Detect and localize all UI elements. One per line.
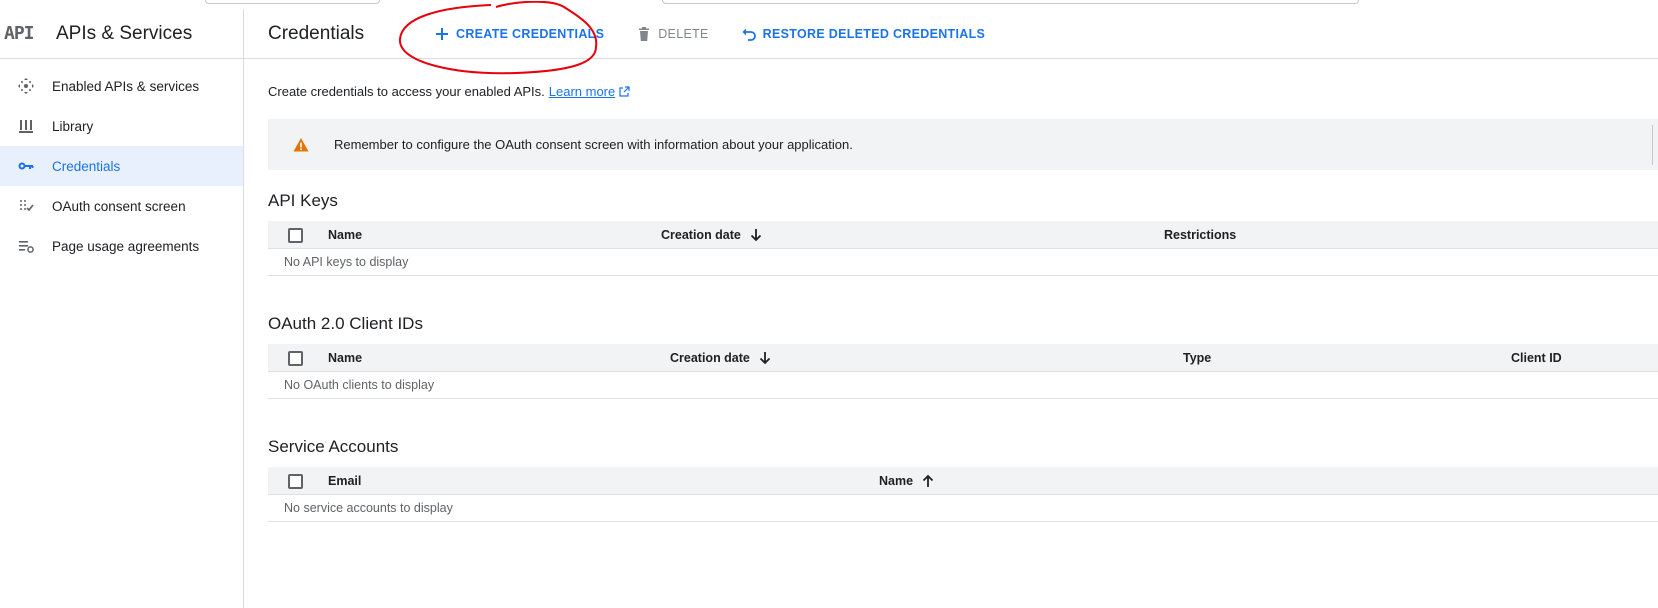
sort-up-icon [922, 474, 934, 487]
restore-label: RESTORE DELETED CREDENTIALS [762, 26, 986, 41]
api-keys-empty: No API keys to display [268, 249, 1658, 276]
oauth-section: OAuth 2.0 Client IDs Name Creation date … [268, 314, 1658, 399]
column-creation-date[interactable]: Creation date [670, 351, 772, 365]
banner-edge [1652, 125, 1658, 165]
column-name[interactable]: Name [328, 351, 362, 365]
api-keys-table-header: Name Creation date Restrictions [268, 221, 1658, 249]
column-name[interactable]: Name [879, 474, 935, 488]
sidebar-nav: Enabled APIs & services Library Credenti… [0, 59, 243, 266]
page-usage-icon [0, 237, 52, 255]
column-name[interactable]: Name [328, 228, 362, 242]
oauth-title: OAuth 2.0 Client IDs [268, 314, 423, 333]
column-creation-date[interactable]: Creation date [661, 228, 763, 242]
sidebar-item-label: Page usage agreements [52, 238, 200, 254]
column-label: Name [879, 474, 914, 488]
enabled-apis-icon [0, 77, 52, 95]
delete-button[interactable]: DELETE [636, 26, 708, 42]
sidebar: API APIs & Services Enabled APIs & servi… [0, 9, 244, 608]
column-restrictions[interactable]: Restrictions [1164, 228, 1236, 242]
oauth-consent-icon [0, 197, 52, 215]
select-all-checkbox[interactable] [288, 351, 303, 366]
column-type[interactable]: Type [1183, 351, 1211, 365]
delete-label: DELETE [658, 26, 709, 41]
warning-icon [268, 137, 334, 153]
api-keys-title: API Keys [268, 191, 338, 210]
sidebar-item-enabled-apis[interactable]: Enabled APIs & services [0, 66, 243, 106]
sidebar-item-label: Credentials [52, 158, 121, 174]
service-accounts-section: Service Accounts Email Name No service a… [268, 437, 1658, 522]
library-icon [0, 117, 52, 135]
sidebar-item-oauth-consent[interactable]: OAuth consent screen [0, 186, 243, 226]
service-accounts-table-header: Email Name [268, 467, 1658, 495]
open-in-new-icon [619, 85, 630, 97]
sidebar-item-label: Library [52, 118, 94, 134]
sidebar-item-page-usage[interactable]: Page usage agreements [0, 226, 243, 266]
sort-down-icon [759, 352, 771, 365]
select-all-checkbox[interactable] [288, 474, 303, 489]
sidebar-item-label: Enabled APIs & services [52, 78, 200, 94]
service-accounts-empty: No service accounts to display [268, 495, 1658, 522]
key-icon [0, 157, 52, 175]
trash-icon [639, 26, 650, 41]
intro-label: Create credentials to access your enable… [268, 84, 545, 99]
sidebar-item-label: OAuth consent screen [52, 198, 186, 214]
banner-text: Remember to configure the OAuth consent … [334, 137, 853, 152]
column-email[interactable]: Email [328, 474, 361, 488]
api-keys-section: API Keys Name Creation date Restrictions… [268, 191, 1658, 276]
top-bar-fragment-left [205, 0, 380, 4]
intro-text: Create credentials to access your enable… [268, 84, 630, 99]
learn-more-link[interactable]: Learn more [549, 84, 615, 99]
sidebar-item-credentials[interactable]: Credentials [0, 146, 243, 186]
oauth-table-header: Name Creation date Type Client ID [268, 344, 1658, 372]
column-label: Creation date [670, 351, 750, 365]
api-logo: API [4, 23, 35, 44]
main-content: Credentials CREATE CREDENTIALS DELETE RE… [244, 1, 1658, 608]
sidebar-title: APIs & Services [56, 22, 193, 44]
page-title: Credentials [268, 22, 365, 44]
column-label: Creation date [661, 228, 741, 242]
select-all-checkbox[interactable] [288, 228, 303, 243]
service-accounts-title: Service Accounts [268, 437, 399, 456]
restore-deleted-credentials-button[interactable]: RESTORE DELETED CREDENTIALS [741, 26, 985, 42]
red-annotation-circle [398, 1, 598, 75]
oauth-reminder-banner: Remember to configure the OAuth consent … [268, 119, 1658, 170]
oauth-empty: No OAuth clients to display [268, 372, 1658, 399]
column-client-id[interactable]: Client ID [1511, 351, 1562, 365]
toolbar: Credentials CREATE CREDENTIALS DELETE RE… [244, 1, 1658, 75]
top-bar-fragment-search [662, 0, 1359, 4]
sidebar-header: API APIs & Services [0, 9, 243, 59]
undo-icon [742, 28, 756, 41]
sidebar-item-library[interactable]: Library [0, 106, 243, 146]
sort-down-icon [750, 229, 762, 242]
